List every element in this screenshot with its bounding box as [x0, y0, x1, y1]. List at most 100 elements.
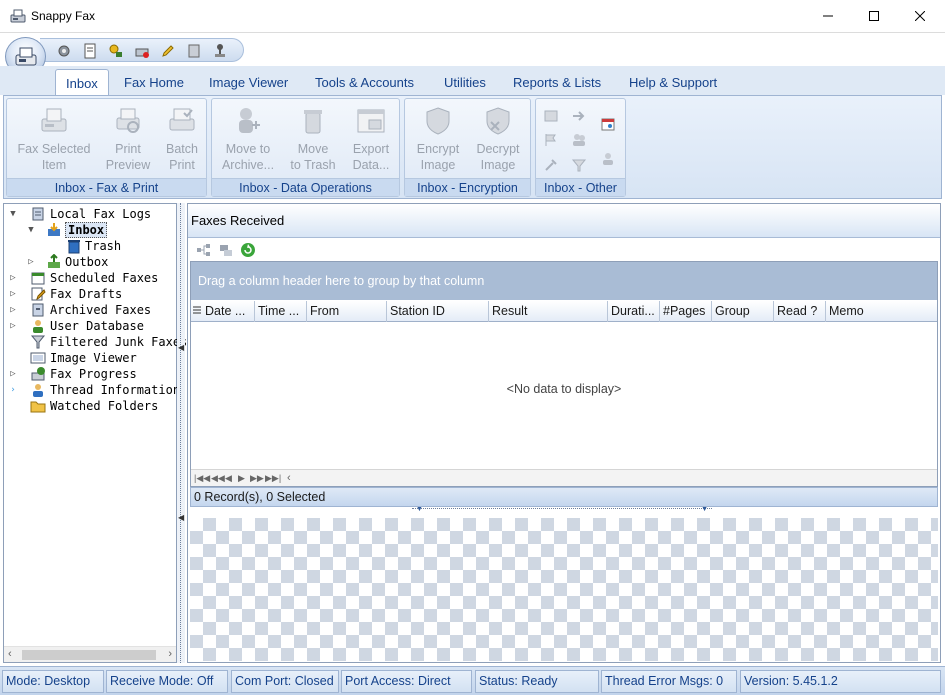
scroll-left-icon[interactable]: ‹: [287, 472, 291, 484]
trash-icon: [68, 240, 80, 254]
chevron-down-icon[interactable]: ▼: [26, 222, 36, 238]
calculator-icon[interactable]: [186, 43, 202, 59]
fax-selected-item-button[interactable]: Fax Selected Item: [13, 105, 95, 173]
column-group[interactable]: Group: [712, 301, 774, 322]
tab-inbox[interactable]: Inbox: [55, 69, 109, 96]
refresh-icon[interactable]: [240, 242, 256, 258]
tab-image-viewer[interactable]: Image Viewer: [209, 75, 288, 90]
tab-reports-lists[interactable]: Reports & Lists: [513, 75, 601, 90]
minimize-button[interactable]: [805, 0, 851, 32]
fax-send-icon[interactable]: [134, 43, 150, 59]
pencil-icon[interactable]: [160, 43, 176, 59]
user-icon: [33, 320, 43, 333]
collapse-down-icon[interactable]: ▼: [701, 506, 708, 513]
pane-title: Faxes Received: [188, 204, 940, 238]
tab-utilities[interactable]: Utilities: [444, 75, 486, 90]
previous-page-icon[interactable]: ◀◀: [211, 472, 225, 484]
filter-icon[interactable]: [571, 157, 587, 173]
faxes-received-pane: Faxes Received Drag a column header here…: [187, 203, 941, 663]
shield-x-icon: [486, 107, 510, 135]
record-count-status: 0 Record(s), 0 Selected: [190, 487, 938, 507]
column-date[interactable]: Date ...: [202, 301, 255, 322]
key-user-icon[interactable]: [108, 43, 124, 59]
collapse-left-icon[interactable]: ◀: [178, 343, 184, 352]
encrypt-image-button[interactable]: Encrypt Image: [409, 105, 467, 173]
tab-fax-home[interactable]: Fax Home: [124, 75, 184, 90]
decrypt-image-button[interactable]: Decrypt Image: [469, 105, 527, 173]
collapse-left-icon[interactable]: ◀: [178, 513, 184, 522]
column-duration[interactable]: Durati...: [608, 301, 660, 322]
chevron-right-icon[interactable]: ▷: [8, 286, 18, 302]
tab-tools-accounts[interactable]: Tools & Accounts: [315, 75, 414, 90]
chevron-down-icon[interactable]: ▼: [8, 206, 18, 222]
scrollbar-thumb[interactable]: [22, 650, 156, 660]
first-record-icon[interactable]: |◀◀: [194, 472, 210, 484]
tab-help-support[interactable]: Help & Support: [629, 75, 717, 90]
status-port-access: Port Access: Direct: [341, 670, 472, 693]
chevron-right-icon[interactable]: ▷: [8, 366, 18, 382]
chevron-right-icon[interactable]: ›: [8, 382, 18, 398]
close-button[interactable]: [897, 0, 943, 32]
tree-view-icon[interactable]: [196, 242, 212, 258]
forward-icon[interactable]: [571, 108, 587, 124]
batch-print-button[interactable]: Batch Print: [159, 105, 205, 173]
column-chooser-icon[interactable]: [193, 306, 201, 316]
status-receive-mode: Receive Mode: Off: [106, 670, 228, 693]
flag-icon[interactable]: [543, 132, 559, 148]
chevron-right-icon[interactable]: ▷: [26, 254, 36, 270]
draft-pencil-icon: [31, 287, 46, 301]
move-to-trash-button[interactable]: Move to Trash: [284, 105, 342, 173]
inbox-icon: [48, 223, 60, 236]
column-time[interactable]: Time ...: [255, 301, 307, 322]
document-icon[interactable]: [82, 43, 98, 59]
users-icon[interactable]: [571, 132, 587, 148]
calendar-small-icon[interactable]: [600, 116, 616, 132]
joystick-icon[interactable]: [212, 43, 228, 59]
horizontal-splitter[interactable]: ▼ ▼: [412, 506, 712, 516]
status-bar: Mode: Desktop Receive Mode: Off Com Port…: [0, 666, 945, 695]
scroll-right-icon[interactable]: ›: [168, 648, 172, 660]
next-record-icon[interactable]: ▶: [238, 472, 245, 484]
ribbon-group-data-operations: Move to Archive... Move to Trash Export …: [211, 98, 400, 197]
chevron-right-icon[interactable]: ▷: [8, 270, 18, 286]
column-pages[interactable]: #Pages: [660, 301, 712, 322]
collapse-down-icon[interactable]: ▼: [416, 506, 423, 513]
column-result[interactable]: Result: [489, 301, 608, 322]
print-preview-button[interactable]: Print Preview: [99, 105, 157, 173]
gear-icon[interactable]: [56, 43, 72, 59]
sort-icon[interactable]: [543, 108, 559, 124]
grid-column-header: Date ... Time ... From Station ID Result…: [191, 301, 937, 322]
vertical-splitter[interactable]: ◀ ◀: [177, 203, 185, 663]
outbox-icon: [48, 254, 60, 268]
next-page-icon[interactable]: ▶▶: [250, 472, 264, 484]
fax-image-preview: [190, 518, 938, 661]
close-icon: [915, 11, 925, 21]
user-small-icon[interactable]: [600, 151, 616, 167]
scroll-left-icon[interactable]: ‹: [8, 648, 12, 660]
last-record-icon[interactable]: ▶▶|: [265, 472, 281, 484]
tools-icon[interactable]: [543, 157, 559, 173]
chevron-right-icon[interactable]: ▷: [8, 318, 18, 334]
maximize-icon: [869, 11, 879, 21]
ribbon-group-label: Inbox - Encryption: [405, 178, 530, 196]
group-by-panel[interactable]: Drag a column header here to group by th…: [191, 262, 937, 300]
group-view-icon[interactable]: [218, 242, 234, 258]
column-from[interactable]: From: [307, 301, 387, 322]
fax-machine-icon: [41, 108, 67, 132]
move-to-archive-button[interactable]: Move to Archive...: [216, 105, 280, 173]
maximize-button[interactable]: [851, 0, 897, 32]
tree-horizontal-scrollbar[interactable]: ‹ ›: [4, 646, 176, 662]
column-read[interactable]: Read ?: [774, 301, 826, 322]
export-data-button[interactable]: Export Data...: [344, 105, 398, 173]
column-memo[interactable]: Memo: [826, 301, 937, 322]
chevron-right-icon[interactable]: ▷: [8, 302, 18, 318]
previous-record-icon[interactable]: ◀: [225, 472, 232, 484]
trash-can-icon: [304, 110, 322, 134]
column-station-id[interactable]: Station ID: [387, 301, 489, 322]
database-icon: [32, 207, 44, 221]
record-navigator: |◀◀ ◀◀ ◀ ▶ ▶▶ ▶▶| ‹: [191, 469, 937, 486]
status-ready: Status: Ready: [475, 670, 599, 693]
archive-user-icon: [239, 108, 260, 133]
fax-progress-icon: [31, 367, 45, 381]
status-com-port: Com Port: Closed: [231, 670, 339, 693]
